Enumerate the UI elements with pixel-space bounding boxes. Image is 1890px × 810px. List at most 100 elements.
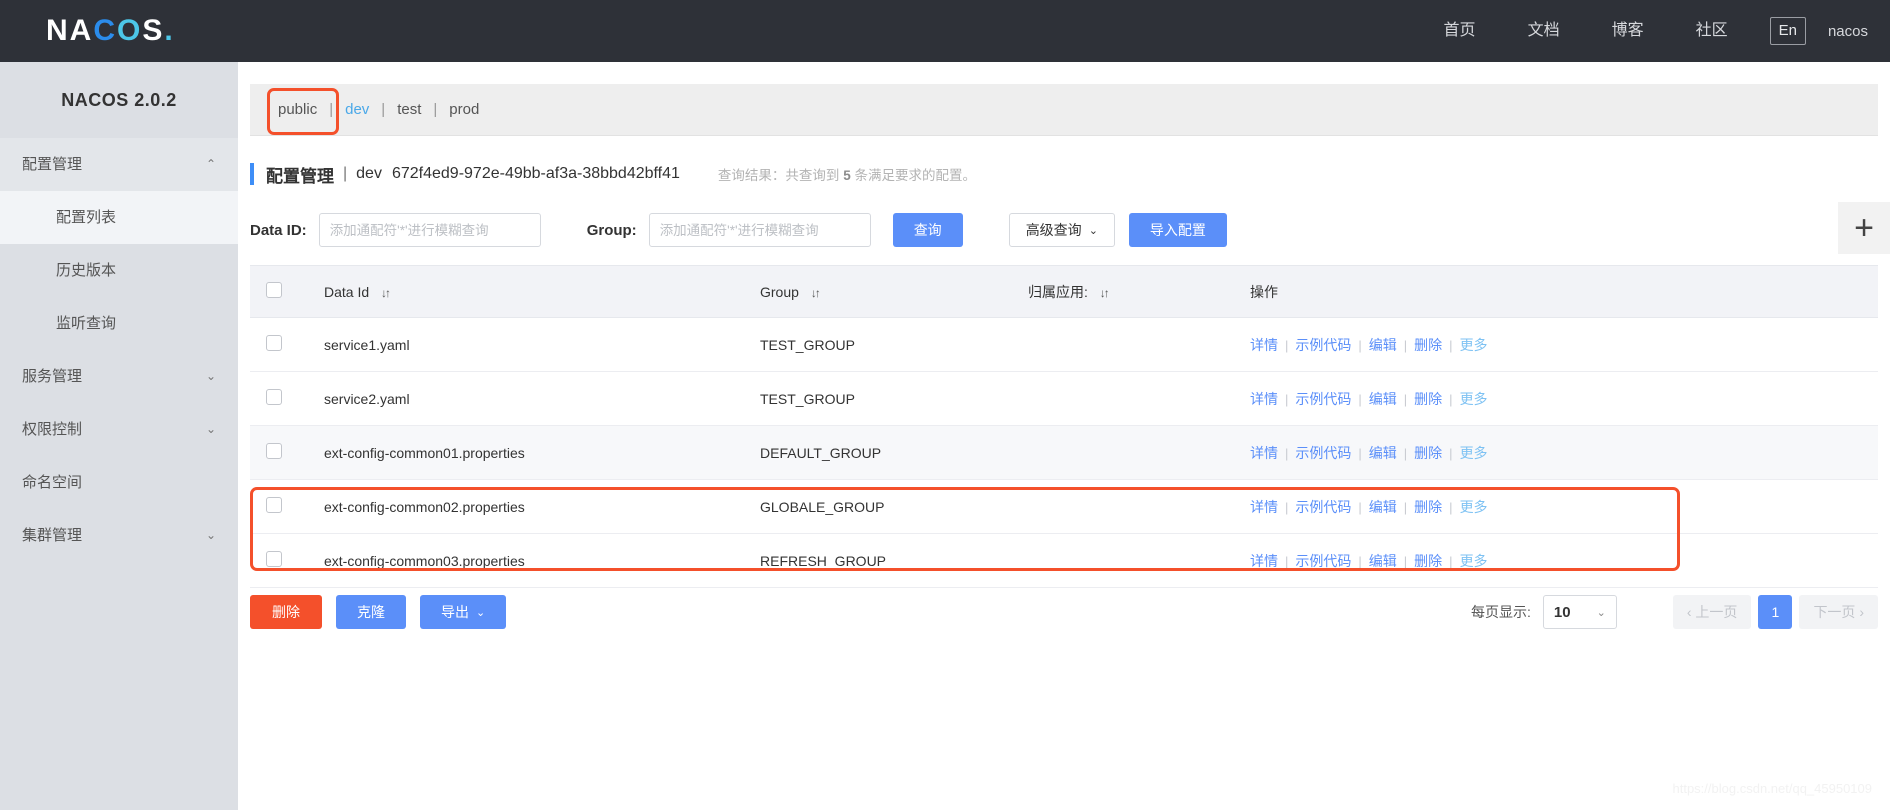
namespace-tab-public[interactable]: public (268, 101, 327, 118)
sidebar-item-cluster-management[interactable]: 集群管理 ⌄ (0, 509, 238, 562)
action-more[interactable]: 更多 (1460, 499, 1488, 515)
row-checkbox[interactable] (266, 551, 282, 567)
action-edit[interactable]: 编辑 (1369, 499, 1397, 515)
user-menu[interactable]: nacos (1828, 23, 1868, 40)
page-size-value: 10 (1553, 603, 1571, 621)
dataid-search-input[interactable] (318, 213, 541, 247)
advanced-query-button[interactable]: 高级查询 ⌄ (1008, 213, 1115, 247)
action-sample-code[interactable]: 示例代码 (1295, 553, 1351, 569)
export-button[interactable]: 导出 ⌄ (420, 595, 507, 629)
row-checkbox[interactable] (266, 335, 282, 351)
prev-page-button[interactable]: ‹ 上一页 (1672, 595, 1752, 629)
header-data-id[interactable]: Data Id ↓↑ (308, 265, 744, 318)
nav-blog[interactable]: 博客 (1586, 0, 1670, 62)
row-checkbox[interactable] (266, 443, 282, 459)
page-size-select[interactable]: 10 ⌄ (1542, 595, 1617, 629)
table-footer: 删除 克隆 导出 ⌄ 每页显示: 10 ⌄ ‹ 上一页 1 下一页 › (250, 582, 1878, 642)
chevron-down-icon: ⌄ (1596, 606, 1606, 619)
page-number-1[interactable]: 1 (1758, 595, 1793, 629)
table-head: Data Id ↓↑ Group ↓↑ 归属应用: ↓↑ 操作 (250, 265, 1878, 318)
namespace-tab-strip: public | dev | test | prod (250, 84, 1878, 136)
action-edit[interactable]: 编辑 (1369, 553, 1397, 569)
chevron-down-icon: ⌄ (476, 606, 486, 619)
sort-icon[interactable]: ↓↑ (1100, 286, 1110, 300)
action-detail[interactable]: 详情 (1250, 553, 1278, 569)
nav-docs[interactable]: 文档 (1502, 0, 1586, 62)
sidebar-item-config-list[interactable]: 配置列表 (0, 191, 238, 244)
cell-data-id: ext-config-common01.properties (308, 425, 744, 480)
page-title-row: 配置管理 | dev 672f4ed9-972e-49bb-af3a-38bbd… (250, 157, 976, 191)
cell-operations: 详情 | 示例代码 | 编辑 | 删除 | 更多 (1234, 479, 1878, 534)
table-row[interactable]: ext-config-common03.properties REFRESH_G… (250, 533, 1878, 588)
sidebar-item-service-management[interactable]: 服务管理 ⌄ (0, 350, 238, 403)
sidebar-item-namespace[interactable]: 命名空间 (0, 456, 238, 509)
sort-icon[interactable]: ↓↑ (381, 286, 391, 300)
action-detail[interactable]: 详情 (1250, 499, 1278, 515)
sidebar-item-history-versions[interactable]: 历史版本 (0, 244, 238, 297)
nacos-logo[interactable]: NACOS. (46, 16, 175, 46)
import-config-button[interactable]: 导入配置 (1128, 213, 1227, 247)
action-sample-code[interactable]: 示例代码 (1295, 337, 1351, 353)
add-config-button[interactable]: + (1838, 202, 1890, 254)
namespace-tab-test[interactable]: test (387, 101, 431, 118)
row-checkbox-cell[interactable] (250, 371, 308, 426)
action-edit[interactable]: 编辑 (1369, 445, 1397, 461)
row-checkbox-cell[interactable] (250, 425, 308, 480)
action-more[interactable]: 更多 (1460, 553, 1488, 569)
row-checkbox[interactable] (266, 497, 282, 513)
header-group-label: Group (760, 283, 799, 300)
action-more[interactable]: 更多 (1460, 445, 1488, 461)
sort-icon[interactable]: ↓↑ (811, 286, 821, 300)
action-sample-code[interactable]: 示例代码 (1295, 391, 1351, 407)
row-checkbox-cell[interactable] (250, 533, 308, 588)
namespace-tab-prod[interactable]: prod (439, 101, 489, 118)
header-app[interactable]: 归属应用: ↓↑ (1012, 265, 1234, 318)
header-group[interactable]: Group ↓↑ (744, 265, 1012, 318)
action-delete[interactable]: 删除 (1414, 445, 1442, 461)
action-detail[interactable]: 详情 (1250, 337, 1278, 353)
query-result-text: 查询结果：共查询到 5 条满足要求的配置。 (718, 164, 976, 184)
action-edit[interactable]: 编辑 (1369, 337, 1397, 353)
action-detail[interactable]: 详情 (1250, 391, 1278, 407)
action-more[interactable]: 更多 (1460, 391, 1488, 407)
table-row[interactable]: ext-config-common01.properties DEFAULT_G… (250, 425, 1878, 480)
select-all-checkbox[interactable] (266, 282, 282, 298)
action-separator: | (1449, 445, 1453, 461)
action-delete[interactable]: 删除 (1414, 553, 1442, 569)
sidebar-item-listener-query[interactable]: 监听查询 (0, 297, 238, 350)
action-sample-code[interactable]: 示例代码 (1295, 499, 1351, 515)
batch-delete-button[interactable]: 删除 (250, 595, 322, 629)
clone-button[interactable]: 克隆 (336, 595, 406, 629)
row-checkbox-cell[interactable] (250, 317, 308, 372)
sidebar-item-permission-control[interactable]: 权限控制 ⌄ (0, 403, 238, 456)
table-row[interactable]: service2.yaml TEST_GROUP 详情 | 示例代码 | 编辑 | 删除 | 更… (250, 371, 1878, 426)
action-delete[interactable]: 删除 (1414, 337, 1442, 353)
namespace-separator: | (381, 101, 386, 118)
row-checkbox[interactable] (266, 389, 282, 405)
watermark: https://blog.csdn.net/qq_45950109 (1672, 781, 1873, 796)
sidebar-item-config-management[interactable]: 配置管理 ⌃ (0, 138, 238, 191)
language-switch-button[interactable]: En (1769, 17, 1806, 45)
header-select-all[interactable] (250, 265, 308, 318)
group-search-input[interactable] (648, 213, 871, 247)
next-page-button[interactable]: 下一页 › (1799, 595, 1878, 629)
row-checkbox-cell[interactable] (250, 479, 308, 534)
table-row[interactable]: ext-config-common02.properties GLOBALE_G… (250, 479, 1878, 534)
action-sample-code[interactable]: 示例代码 (1295, 445, 1351, 461)
namespace-tab-dev[interactable]: dev (335, 101, 379, 118)
main-content: public | dev | test | prod 配置管理 | dev 67… (238, 62, 1890, 810)
nav-home[interactable]: 首页 (1418, 0, 1502, 62)
query-button[interactable]: 查询 (892, 213, 963, 247)
nav-community[interactable]: 社区 (1670, 0, 1754, 62)
logo-text-na: NA (46, 14, 94, 47)
action-edit[interactable]: 编辑 (1369, 391, 1397, 407)
action-separator: | (1449, 499, 1453, 515)
action-more[interactable]: 更多 (1460, 337, 1488, 353)
table-row[interactable]: service1.yaml TEST_GROUP 详情 | 示例代码 | 编辑 | 删除 | 更… (250, 317, 1878, 372)
action-delete[interactable]: 删除 (1414, 499, 1442, 515)
action-detail[interactable]: 详情 (1250, 445, 1278, 461)
sidebar-item-label: 权限控制 (22, 421, 83, 438)
logo-text-c: C (93, 14, 118, 47)
action-separator: | (1403, 445, 1408, 461)
action-delete[interactable]: 删除 (1414, 391, 1442, 407)
